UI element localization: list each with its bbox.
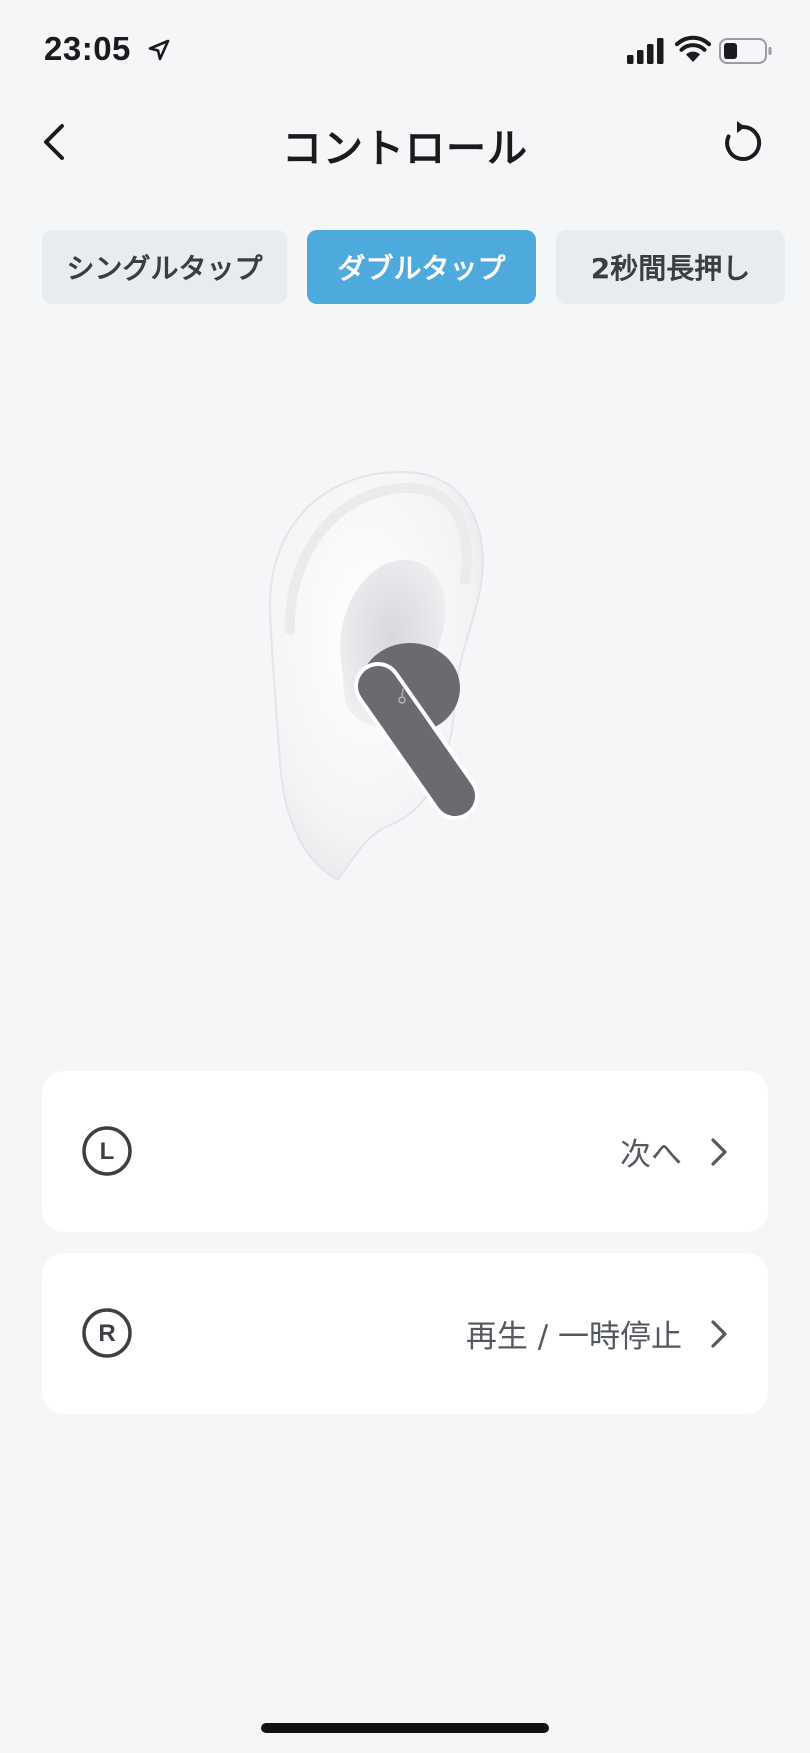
left-earbud-control[interactable]: L 次へ — [42, 1071, 768, 1232]
right-badge-label: R — [98, 1320, 115, 1347]
location-arrow-icon — [148, 39, 170, 61]
cellular-signal-icon — [627, 38, 664, 64]
status-bar: 23:05 — [0, 0, 810, 100]
reset-icon[interactable] — [718, 118, 768, 168]
nav-bar: コントロール — [0, 100, 810, 182]
left-badge-icon: L — [82, 1126, 132, 1176]
status-time: 23:05 — [44, 30, 131, 67]
tab-double-tap[interactable]: ダブルタップ — [307, 230, 536, 304]
right-earbud-control[interactable]: R 再生 / 一時停止 — [42, 1253, 768, 1414]
gesture-tabs: シングルタップ ダブルタップ 2秒間長押し — [0, 230, 810, 304]
tab-single-tap[interactable]: シングルタップ — [42, 230, 287, 304]
chevron-right-icon — [711, 1138, 727, 1166]
wifi-icon — [675, 35, 711, 62]
right-action-value: 再生 / 一時停止 — [465, 1319, 682, 1355]
left-action-value: 次へ — [620, 1137, 682, 1173]
home-indicator[interactable] — [261, 1723, 549, 1733]
right-badge-icon: R — [82, 1308, 132, 1358]
left-badge-label: L — [100, 1138, 115, 1165]
page-title: コントロール — [282, 126, 528, 172]
battery-icon — [719, 38, 772, 64]
tab-long-press[interactable]: 2秒間長押し — [556, 230, 785, 304]
chevron-right-icon — [711, 1320, 727, 1348]
earbud-illustration — [268, 470, 484, 880]
